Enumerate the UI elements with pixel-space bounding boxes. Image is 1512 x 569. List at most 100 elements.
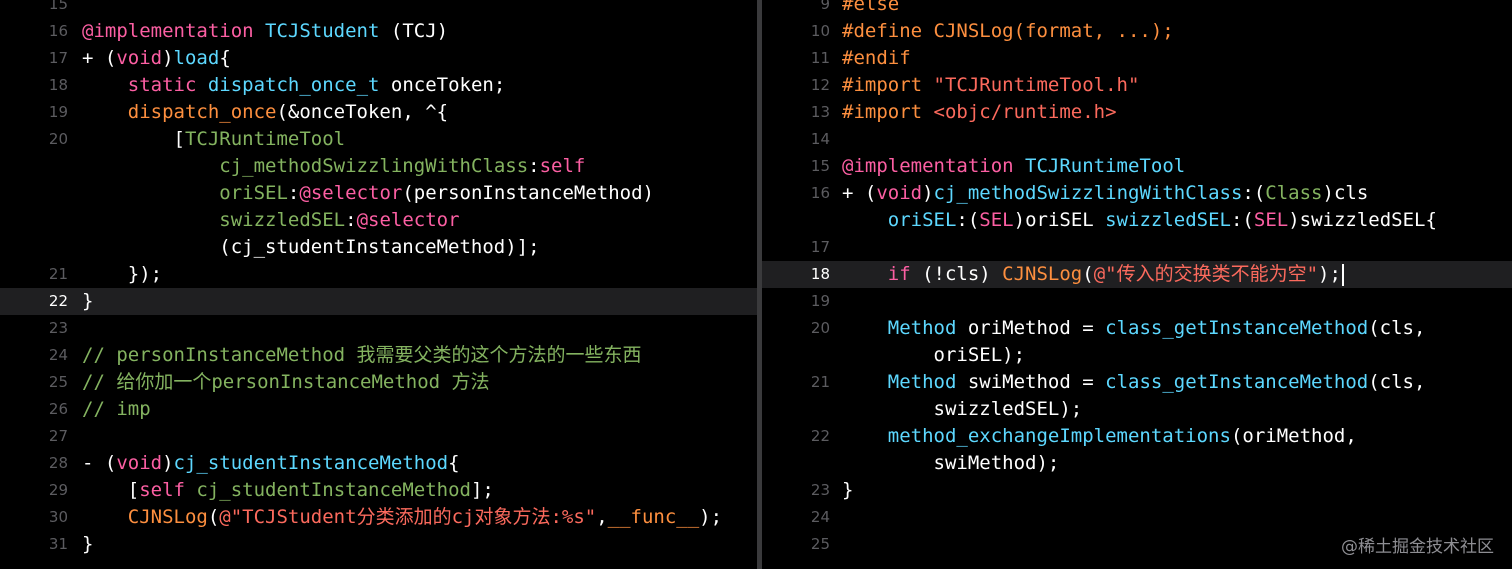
right-editor-pane[interactable]: 9 #else 10 #define CJNSLog(format, ...); 11 #… bbox=[762, 0, 1512, 569]
code-text[interactable]: #define CJNSLog(format, ...); bbox=[842, 18, 1512, 45]
code-text[interactable]: method_exchangeImplementations(oriMethod… bbox=[842, 423, 1512, 450]
code-token: [ bbox=[82, 128, 185, 150]
code-text[interactable]: Method oriMethod = class_getInstanceMeth… bbox=[842, 315, 1512, 342]
code-line[interactable]: 20 Method oriMethod = class_getInstanceM… bbox=[762, 315, 1512, 342]
code-line[interactable]: 22} bbox=[0, 288, 757, 315]
code-text[interactable]: #endif bbox=[842, 45, 1512, 72]
code-line[interactable]: 12 #import "TCJRuntimeTool.h" bbox=[762, 72, 1512, 99]
code-line[interactable]: 13 #import <objc/runtime.h> bbox=[762, 99, 1512, 126]
line-number: 29 bbox=[48, 481, 68, 499]
code-line[interactable]: 24 // personInstanceMethod 我需要父类的这个方法的一些东… bbox=[0, 342, 757, 369]
code-line[interactable]: 11 #endif bbox=[762, 45, 1512, 72]
code-text[interactable]: @implementation TCJRuntimeTool bbox=[842, 153, 1512, 180]
code-token: : bbox=[345, 209, 357, 231]
code-line[interactable]: 15 @implementation TCJRuntimeTool bbox=[762, 153, 1512, 180]
code-token: { bbox=[219, 47, 231, 69]
code-text[interactable]: @implementation TCJStudent (TCJ) bbox=[82, 18, 757, 45]
code-line[interactable]: 9 #else bbox=[762, 0, 1512, 18]
code-token: swizzledSEL); bbox=[842, 398, 1083, 420]
code-line[interactable]: 15 bbox=[0, 0, 757, 18]
code-token: @implementation bbox=[82, 20, 254, 42]
code-line[interactable]: (cj_studentInstanceMethod)]; bbox=[0, 234, 757, 261]
code-line[interactable]: 25 // 给你加一个personInstanceMethod 方法 bbox=[0, 369, 757, 396]
code-text[interactable]: // 给你加一个personInstanceMethod 方法 bbox=[82, 369, 757, 396]
code-line[interactable]: oriSEL:@selector(personInstanceMethod) bbox=[0, 180, 757, 207]
code-text[interactable]: - (void)cj_studentInstanceMethod{ bbox=[82, 450, 757, 477]
code-line[interactable]: 18 if (!cls) CJNSLog(@"传入的交换类不能为空"); bbox=[762, 261, 1512, 288]
code-line[interactable]: swiMethod); bbox=[762, 450, 1512, 477]
code-line[interactable]: 20 [TCJRuntimeTool bbox=[0, 126, 757, 153]
code-line[interactable]: 21 Method swiMethod = class_getInstanceM… bbox=[762, 369, 1512, 396]
code-line[interactable]: 16 + (void)cj_methodSwizzlingWithClass:(C… bbox=[762, 180, 1512, 207]
code-text[interactable]: swizzledSEL:@selector bbox=[82, 207, 757, 234]
code-text[interactable]: } bbox=[82, 531, 757, 558]
code-line[interactable]: 17 + (void)load{ bbox=[0, 45, 757, 72]
code-text[interactable]: } bbox=[842, 477, 1512, 504]
code-text[interactable]: (cj_studentInstanceMethod)]; bbox=[82, 234, 757, 261]
code-token: @selector bbox=[356, 209, 460, 231]
code-text[interactable]: CJNSLog(@"TCJStudent分类添加的cj对象方法:%s",__fu… bbox=[82, 504, 757, 531]
code-line[interactable]: 23 bbox=[0, 315, 757, 342]
code-token: swizzledSEL bbox=[1105, 209, 1231, 231]
code-token: (oriMethod, bbox=[1230, 425, 1357, 447]
code-text[interactable]: oriSEL:(SEL)oriSEL swizzledSEL:(SEL)swiz… bbox=[842, 207, 1512, 234]
code-line[interactable]: 23} bbox=[762, 477, 1512, 504]
code-line[interactable]: oriSEL); bbox=[762, 342, 1512, 369]
code-line[interactable]: 22 method_exchangeImplementations(oriMet… bbox=[762, 423, 1512, 450]
code-line[interactable]: 28 - (void)cj_studentInstanceMethod{ bbox=[0, 450, 757, 477]
code-token: } bbox=[82, 533, 94, 555]
code-token: , bbox=[596, 506, 608, 528]
code-text[interactable]: } bbox=[82, 288, 757, 315]
code-line[interactable]: swizzledSEL:@selector bbox=[0, 207, 757, 234]
code-line[interactable]: 19 bbox=[762, 288, 1512, 315]
code-line[interactable]: 19 dispatch_once(&onceToken, ^{ bbox=[0, 99, 757, 126]
code-line[interactable]: 29 [self cj_studentInstanceMethod]; bbox=[0, 477, 757, 504]
code-line[interactable]: 26 // imp bbox=[0, 396, 757, 423]
line-number: 23 bbox=[810, 481, 830, 499]
code-token: load bbox=[173, 47, 220, 69]
code-text[interactable]: + (void)load{ bbox=[82, 45, 757, 72]
code-token: (!cls) bbox=[910, 263, 1003, 285]
code-line[interactable]: 21 }); bbox=[0, 261, 757, 288]
line-number: 25 bbox=[810, 535, 830, 553]
code-text[interactable]: #import <objc/runtime.h> bbox=[842, 99, 1512, 126]
code-line[interactable]: 16 @implementation TCJStudent (TCJ) bbox=[0, 18, 757, 45]
code-line[interactable]: 14 bbox=[762, 126, 1512, 153]
code-line[interactable]: 27 bbox=[0, 423, 757, 450]
code-text[interactable]: [self cj_studentInstanceMethod]; bbox=[82, 477, 757, 504]
code-line[interactable]: swizzledSEL); bbox=[762, 396, 1512, 423]
code-line[interactable]: 30 CJNSLog(@"TCJStudent分类添加的cj对象方法:%s",_… bbox=[0, 504, 757, 531]
code-text[interactable]: Method swiMethod = class_getInstanceMeth… bbox=[842, 369, 1512, 396]
code-text[interactable]: [TCJRuntimeTool bbox=[82, 126, 757, 153]
code-text[interactable]: swiMethod); bbox=[842, 450, 1512, 477]
line-number: 20 bbox=[810, 319, 830, 337]
code-line[interactable]: 18 static dispatch_once_t onceToken; bbox=[0, 72, 757, 99]
line-number: 11 bbox=[810, 49, 830, 67]
code-text[interactable]: oriSEL); bbox=[842, 342, 1512, 369]
code-text[interactable]: oriSEL:@selector(personInstanceMethod) bbox=[82, 180, 757, 207]
code-line[interactable]: oriSEL:(SEL)oriSEL swizzledSEL:(SEL)swiz… bbox=[762, 207, 1512, 234]
left-editor-pane[interactable]: 15 16 @implementation TCJStudent (TCJ) 17 + … bbox=[0, 0, 757, 569]
code-line[interactable]: 17 bbox=[762, 234, 1512, 261]
code-line[interactable]: 31} bbox=[0, 531, 757, 558]
code-text[interactable]: }); bbox=[82, 261, 757, 288]
code-line[interactable]: 24 bbox=[762, 504, 1512, 531]
code-text[interactable]: + (void)cj_methodSwizzlingWithClass:(Cla… bbox=[842, 180, 1512, 207]
code-text[interactable]: swizzledSEL); bbox=[842, 396, 1512, 423]
code-token: #endif bbox=[842, 47, 911, 69]
code-token: #import bbox=[842, 101, 923, 123]
code-text[interactable]: // imp bbox=[82, 396, 757, 423]
code-line[interactable]: cj_methodSwizzlingWithClass:self bbox=[0, 153, 757, 180]
code-text[interactable]: #else bbox=[842, 0, 1512, 18]
code-text[interactable]: // personInstanceMethod 我需要父类的这个方法的一些东西 bbox=[82, 342, 757, 369]
code-text[interactable]: if (!cls) CJNSLog(@"传入的交换类不能为空"); bbox=[842, 261, 1512, 288]
code-token: + ( bbox=[82, 47, 117, 69]
code-text[interactable]: #import "TCJRuntimeTool.h" bbox=[842, 72, 1512, 99]
code-line[interactable]: 10 #define CJNSLog(format, ...); bbox=[762, 18, 1512, 45]
code-text[interactable]: static dispatch_once_t onceToken; bbox=[82, 72, 757, 99]
code-text[interactable]: cj_methodSwizzlingWithClass:self bbox=[82, 153, 757, 180]
code-text[interactable]: dispatch_once(&onceToken, ^{ bbox=[82, 99, 757, 126]
